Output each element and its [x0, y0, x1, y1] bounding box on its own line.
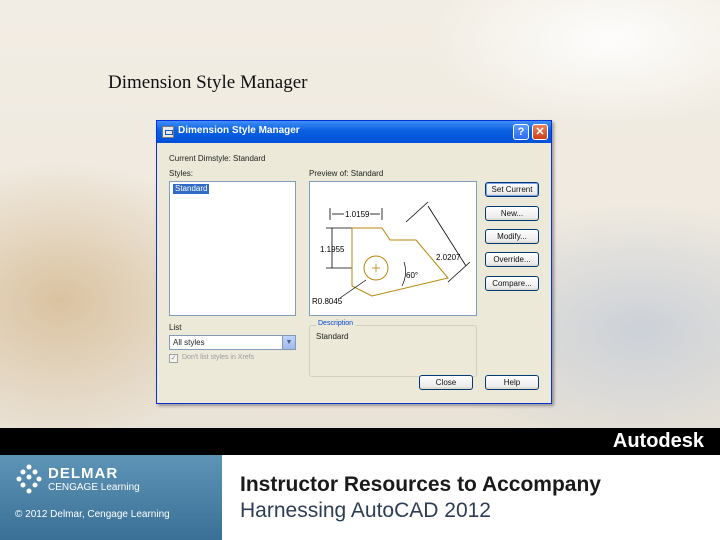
preview-angle: 60° — [406, 271, 418, 280]
styles-listbox[interactable]: Standard — [169, 181, 296, 316]
compare-button[interactable]: Compare... — [485, 276, 539, 291]
headline-2: Harnessing AutoCAD 2012 — [240, 499, 491, 522]
style-item-standard[interactable]: Standard — [173, 184, 210, 194]
preview-dim-3: 2.0207 — [436, 253, 461, 262]
help-title-button[interactable]: ? — [513, 124, 529, 140]
preview-drawing: 1.0159 1.1955 2.0207 60° R0.8045 — [312, 201, 471, 306]
description-legend: Description — [316, 320, 356, 327]
publisher-line2: CENGAGE Learning — [48, 482, 140, 493]
checkbox-checked-icon: ✓ — [169, 354, 178, 363]
dont-list-xrefs-label: Don't list styles in Xrefs — [182, 354, 255, 361]
preview-label: Preview of: Standard — [309, 169, 384, 178]
preview-dim-2: 1.1955 — [320, 245, 345, 254]
description-text: Standard — [316, 332, 349, 341]
dialog-title: Dimension Style Manager — [178, 125, 300, 136]
footer: DELMAR CENGAGE Learning © 2012 Delmar, C… — [0, 455, 720, 540]
delmar-logo-icon — [16, 464, 42, 494]
style-preview: 1.0159 1.1955 2.0207 60° R0.8045 — [309, 181, 477, 316]
brand-band: Autodesk — [0, 428, 720, 455]
close-title-button[interactable]: ✕ — [532, 124, 548, 140]
close-button[interactable]: Close — [419, 375, 473, 390]
set-current-button[interactable]: Set Current — [485, 182, 539, 197]
current-dimstyle-label: Current Dimstyle: Standard — [169, 154, 266, 163]
list-label: List — [169, 323, 182, 332]
chevron-down-icon[interactable]: ▼ — [282, 336, 295, 349]
dimension-style-manager-dialog: Dimension Style Manager ? ✕ Current Dims… — [156, 120, 552, 404]
modify-button[interactable]: Modify... — [485, 229, 539, 244]
autodesk-logo: Autodesk — [612, 430, 704, 452]
dialog-titlebar[interactable]: Dimension Style Manager ? ✕ — [157, 121, 551, 143]
override-button[interactable]: Override... — [485, 252, 539, 267]
copyright: © 2012 Delmar, Cengage Learning — [15, 509, 170, 520]
preview-dim-1: 1.0159 — [345, 210, 370, 219]
preview-radius: R0.8045 — [312, 297, 343, 306]
list-select-value: All styles — [173, 338, 205, 347]
publisher-line1: DELMAR — [48, 465, 119, 482]
list-select[interactable]: All styles ▼ — [169, 335, 296, 350]
description-group: Description Standard — [309, 320, 477, 377]
help-button[interactable]: Help — [485, 375, 539, 390]
footer-left-panel: DELMAR CENGAGE Learning © 2012 Delmar, C… — [0, 455, 222, 540]
new-button[interactable]: New... — [485, 206, 539, 221]
headline-1: Instructor Resources to Accompany — [240, 473, 601, 496]
slide-title: Dimension Style Manager — [108, 72, 308, 93]
dimstyle-app-icon — [162, 126, 174, 138]
styles-label: Styles: — [169, 169, 194, 178]
